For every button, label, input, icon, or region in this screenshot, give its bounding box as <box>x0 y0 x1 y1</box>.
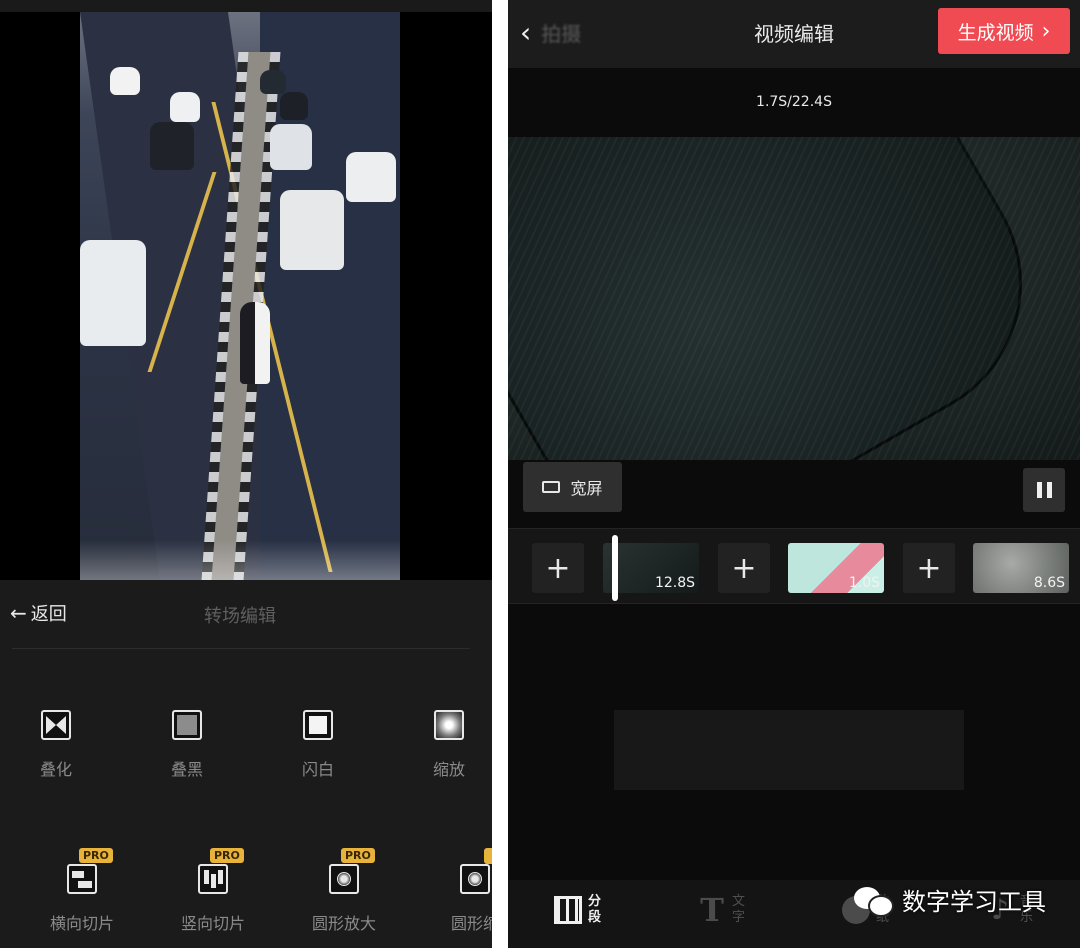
pro-badge-partial <box>484 848 492 864</box>
car <box>110 67 140 95</box>
plus-icon: + <box>731 550 757 586</box>
plus-icon: + <box>545 550 571 586</box>
chevron-right-icon: › <box>1041 18 1051 44</box>
watermark-text: 数字学习工具 <box>902 888 1046 916</box>
car <box>170 92 200 122</box>
transition-crossfade[interactable]: 叠化 <box>1 710 111 780</box>
wechat-icon <box>854 885 894 917</box>
transition-circle-zoom-out[interactable]: 圆形缩 <box>420 864 492 934</box>
circle-zoom-out-icon <box>460 864 490 894</box>
fade-black-icon <box>172 710 202 740</box>
transition-label: 竖向切片 <box>180 914 245 933</box>
zoom-icon <box>434 710 464 740</box>
plus-icon: + <box>916 550 942 586</box>
video-texture <box>508 137 1080 460</box>
car <box>280 92 308 120</box>
vertical-slice-icon: PRO <box>198 848 244 894</box>
tab-label: 分段 <box>588 894 602 925</box>
pause-icon <box>1046 482 1052 498</box>
transition-vertical-slice[interactable]: PRO 竖向切片 <box>158 848 268 934</box>
transition-label: 横向切片 <box>49 914 114 933</box>
tab-text[interactable]: T 文字 <box>698 894 746 926</box>
transition-label: 叠化 <box>39 760 72 779</box>
car <box>80 240 146 346</box>
transition-panel: ← 返回 转场编辑 叠化 叠黑 闪白 缩放 PRO 横向切片 PRO 竖向切片 … <box>0 580 492 948</box>
pro-badge: PRO <box>341 848 375 863</box>
generate-video-button[interactable]: 生成视频 › <box>938 8 1070 54</box>
horizontal-slice-icon: PRO <box>67 848 113 894</box>
transition-zoom[interactable]: 缩放 <box>394 710 492 780</box>
car <box>260 70 286 94</box>
couple-figure <box>240 302 270 384</box>
car <box>150 122 194 170</box>
add-clip-button[interactable]: + <box>718 543 770 593</box>
crossfade-icon <box>41 710 71 740</box>
widescreen-button[interactable]: 宽屏 <box>523 462 622 512</box>
preview-fade <box>80 540 400 580</box>
pause-button[interactable] <box>1023 468 1065 512</box>
placeholder-area <box>614 710 964 790</box>
aspect-ratio-icon <box>542 481 561 493</box>
divider <box>12 648 470 649</box>
clip-duration: 1.0S <box>848 575 880 591</box>
clip-duration: 12.8S <box>654 575 695 591</box>
pro-badge: PRO <box>79 848 113 863</box>
add-clip-button[interactable]: + <box>903 543 955 593</box>
text-icon: T <box>700 891 724 929</box>
transition-label: 缩放 <box>432 760 465 779</box>
generate-label: 生成视频 <box>957 21 1034 44</box>
segments-icon <box>554 896 582 924</box>
playhead[interactable] <box>612 535 618 601</box>
clip-thumbnail[interactable]: 1.0S <box>788 543 884 593</box>
transition-flash-white[interactable]: 闪白 <box>263 710 373 780</box>
video-preview[interactable] <box>80 12 400 580</box>
video-preview[interactable] <box>508 137 1080 460</box>
transition-horizontal-slice[interactable]: PRO 横向切片 <box>27 848 137 934</box>
panel-title: 转场编辑 <box>204 606 276 627</box>
transition-fade-black[interactable]: 叠黑 <box>132 710 242 780</box>
tab-label: 文字 <box>732 894 746 925</box>
pause-icon <box>1036 482 1042 498</box>
transition-editor-screen: ← 返回 转场编辑 叠化 叠黑 闪白 缩放 PRO 横向切片 PRO 竖向切片 … <box>0 0 492 948</box>
transition-label: 圆形放大 <box>311 914 376 933</box>
add-clip-button[interactable]: + <box>532 543 584 593</box>
flash-white-icon <box>303 710 333 740</box>
status-bar <box>0 0 492 12</box>
transition-circle-zoom-in[interactable]: PRO 圆形放大 <box>289 848 399 934</box>
car <box>270 124 312 170</box>
watermark: 数字学习工具 <box>854 882 1046 917</box>
circle-zoom-in-icon: PRO <box>329 848 375 894</box>
car <box>280 190 344 270</box>
video-editor-screen: ‹ 拍摄 视频编辑 生成视频 › 1.7S/22.4S 宽屏 + 12.8S +… <box>508 0 1080 948</box>
screen: ← 返回 转场编辑 叠化 叠黑 闪白 缩放 PRO 横向切片 PRO 竖向切片 … <box>0 0 1080 948</box>
clip-duration: 8.6S <box>1033 575 1065 591</box>
transition-label: 闪白 <box>301 760 334 779</box>
screen-divider <box>492 0 508 948</box>
car <box>346 152 396 202</box>
time-display: 1.7S/22.4S <box>756 94 832 110</box>
clip-thumbnail[interactable]: 8.6S <box>973 543 1069 593</box>
transition-label: 圆形缩 <box>450 914 492 933</box>
tab-segments[interactable]: 分段 <box>554 894 602 926</box>
pro-badge: PRO <box>210 848 244 863</box>
clip-timeline[interactable]: + 12.8S + 1.0S + 8.6S <box>508 528 1080 604</box>
widescreen-label: 宽屏 <box>570 479 603 498</box>
header: ‹ 拍摄 视频编辑 生成视频 › <box>508 0 1080 68</box>
transition-label: 叠黑 <box>170 760 203 779</box>
